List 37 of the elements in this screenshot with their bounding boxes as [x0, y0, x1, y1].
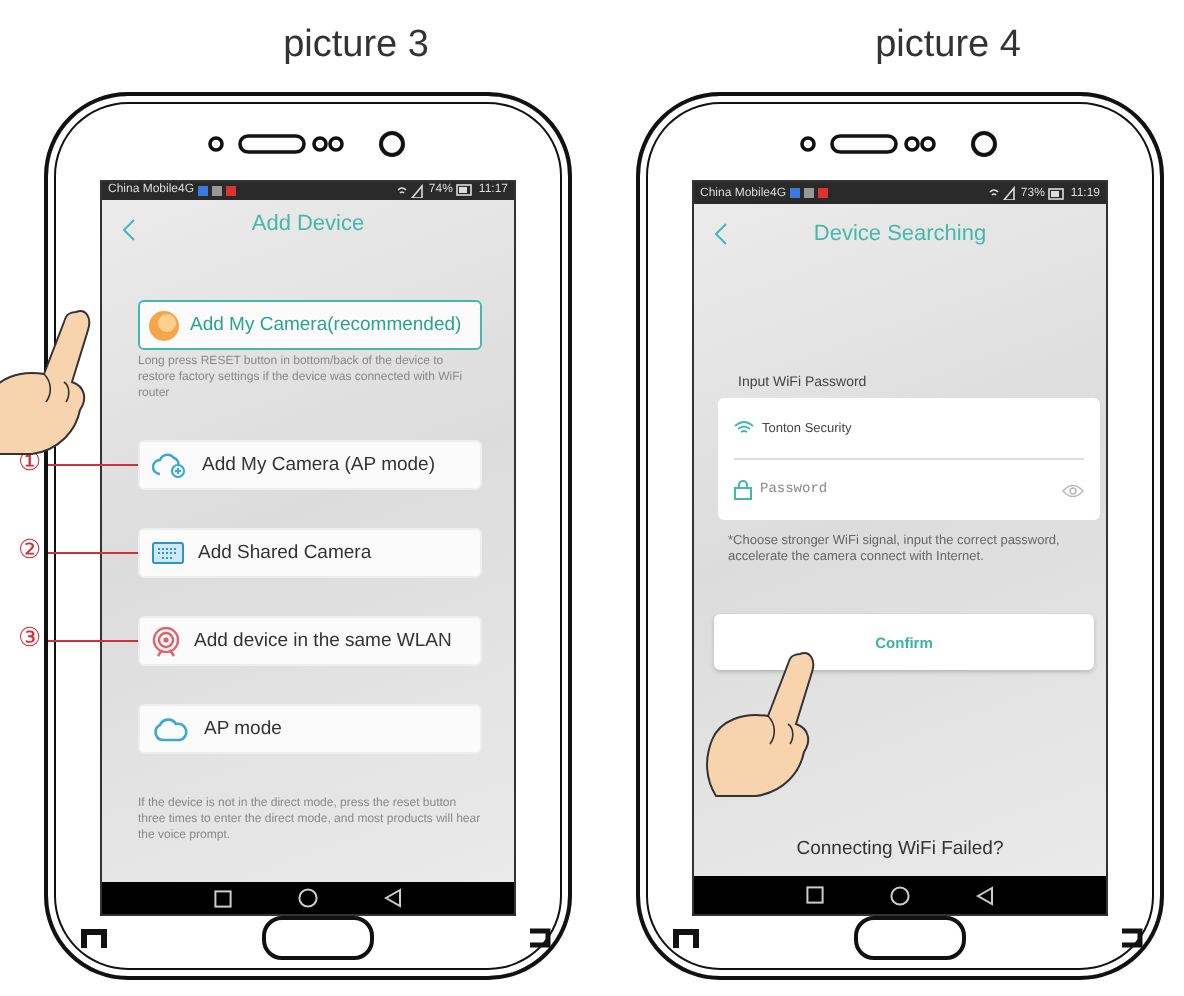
add-option-button[interactable]: Add Shared Camera	[138, 528, 482, 579]
home-button[interactable]	[854, 916, 966, 960]
recents-icon[interactable]	[806, 886, 825, 904]
keyboard-icon	[152, 542, 184, 565]
home-icon[interactable]	[297, 888, 318, 909]
picture-caption: picture 4	[875, 22, 1021, 70]
picture-caption: picture 3	[283, 22, 429, 70]
add-option-button[interactable]: Add My Camera (AP mode)	[138, 440, 482, 491]
failed-link[interactable]: Connecting WiFi Failed?	[796, 838, 1004, 860]
signal-icon	[396, 183, 425, 198]
cloud-plus-icon	[152, 452, 188, 479]
camera-signal-icon	[152, 625, 180, 658]
back-icon[interactable]	[383, 888, 402, 909]
lock-icon	[734, 480, 752, 500]
callout-number: ②	[18, 534, 42, 571]
menu-key-icon	[80, 928, 108, 948]
home-icon[interactable]	[889, 885, 910, 905]
leader-line	[48, 463, 138, 466]
battery-icon	[1048, 187, 1067, 199]
menu-key-icon	[672, 928, 700, 948]
back-icon[interactable]	[975, 885, 994, 905]
home-button[interactable]	[262, 916, 374, 960]
back-key-icon	[528, 928, 552, 948]
leader-line	[48, 551, 138, 554]
cloud-icon	[152, 717, 190, 742]
add-option-button[interactable]: AP mode	[138, 704, 482, 755]
battery-icon	[456, 184, 475, 197]
leader-line	[48, 639, 138, 642]
add-option-button[interactable]: Add device in the same WLAN	[138, 616, 482, 667]
screen-title: Add Device	[251, 212, 365, 237]
disc-icon	[148, 309, 180, 342]
screen-title: Device Searching	[813, 222, 987, 246]
recents-icon[interactable]	[214, 889, 233, 908]
back-key-icon	[1120, 928, 1144, 948]
wifi-icon	[734, 420, 754, 436]
signal-icon	[988, 186, 1017, 200]
callout-number: ③	[18, 622, 42, 659]
